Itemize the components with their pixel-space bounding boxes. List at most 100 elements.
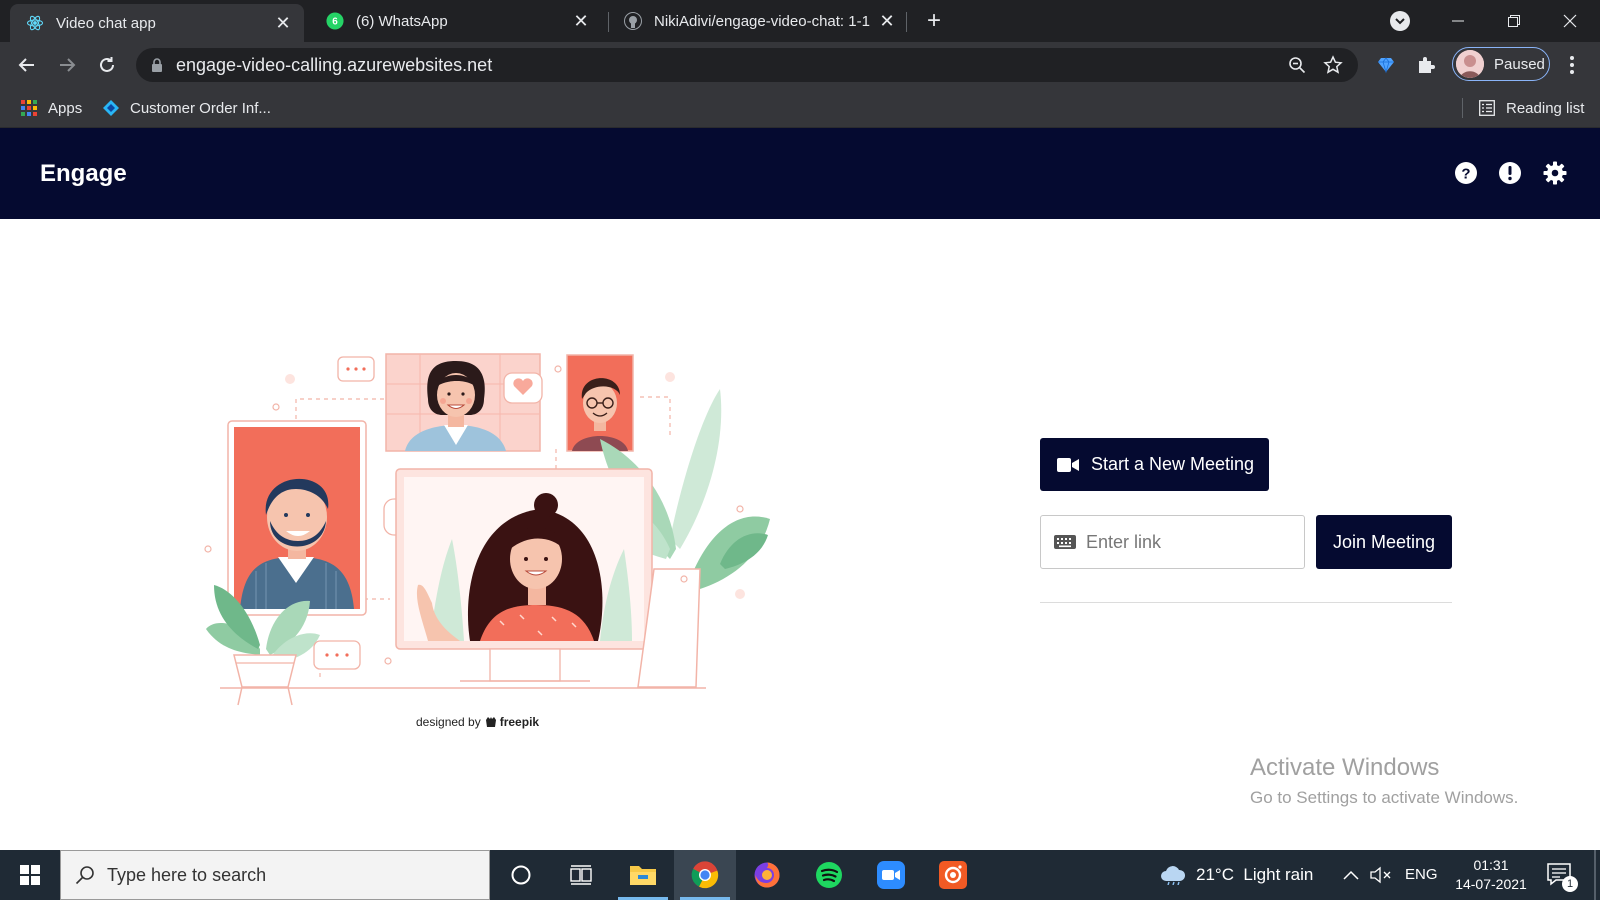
tab-whatsapp[interactable]: 6 (6) WhatsApp ✕ — [310, 0, 602, 42]
browser-toolbar: engage-video-calling.azurewebsites.net P… — [0, 42, 1600, 88]
extensions-puzzle-icon[interactable] — [1414, 53, 1438, 77]
restore-window-icon[interactable] — [1486, 0, 1542, 42]
zoom-magnifier-icon[interactable] — [1286, 54, 1308, 76]
taskbar-search-box[interactable]: Type here to search — [60, 850, 490, 900]
close-window-icon[interactable] — [1542, 0, 1598, 42]
minimize-window-icon[interactable] — [1430, 0, 1486, 42]
bookmark-separator — [1462, 98, 1463, 118]
tab-video-chat-app[interactable]: Video chat app ✕ — [10, 4, 304, 42]
video-tile-bearded-man — [227, 420, 367, 616]
windows-logo-icon — [20, 865, 40, 885]
credit-brand: freepik — [499, 715, 540, 729]
whatsapp-badge: 6 — [332, 17, 338, 28]
forward-arrow-icon[interactable] — [52, 50, 82, 80]
lock-icon[interactable] — [150, 57, 164, 73]
bookmarks-bar: Apps Customer Order Inf... Reading list — [0, 88, 1600, 128]
svg-text:?: ? — [1461, 166, 1470, 183]
help-icon[interactable]: ? — [1454, 161, 1478, 185]
video-tile-man-glasses — [566, 354, 634, 452]
file-explorer-icon[interactable] — [612, 850, 674, 900]
close-tab-icon[interactable]: ✕ — [274, 14, 292, 32]
tab-title: NikiAdivi/engage-video-chat: 1-1 — [654, 12, 870, 30]
apps-grid-icon — [20, 99, 38, 117]
zoom-icon[interactable] — [860, 850, 922, 900]
taskbar-clock[interactable]: 01:31 14-07-2021 — [1446, 856, 1536, 894]
screen-recorder-icon[interactable] — [922, 850, 984, 900]
video-tile-woman-main — [395, 468, 653, 682]
show-desktop-button[interactable] — [1594, 850, 1596, 900]
clock-date: 14-07-2021 — [1455, 876, 1527, 892]
input-language-indicator[interactable]: ENG — [1405, 866, 1438, 883]
app-brand[interactable]: Engage — [40, 160, 127, 188]
bookmark-label: Apps — [48, 99, 83, 117]
windows-start-button[interactable] — [0, 850, 60, 900]
search-placeholder: Type here to search — [107, 864, 267, 885]
whatsapp-icon: 6 — [326, 12, 344, 30]
tab-title: (6) WhatsApp — [356, 12, 448, 30]
bookmark-customer-order[interactable]: Customer Order Inf... — [102, 96, 271, 120]
start-meeting-label: Start a New Meeting — [1091, 454, 1255, 474]
tab-title: Video chat app — [56, 14, 156, 32]
cortana-icon[interactable] — [490, 850, 552, 900]
rain-cloud-icon — [1160, 865, 1186, 885]
new-tab-button[interactable]: + — [920, 8, 948, 36]
watermark-line2: Go to Settings to activate Windows. — [1250, 788, 1519, 807]
freepik-icon — [485, 717, 496, 727]
close-tab-icon[interactable]: ✕ — [878, 12, 896, 30]
volume-muted-icon[interactable] — [1370, 865, 1392, 885]
address-bar[interactable]: engage-video-calling.azurewebsites.net — [136, 48, 1358, 82]
task-view-icon[interactable] — [550, 850, 612, 900]
close-tab-icon[interactable]: ✕ — [572, 12, 590, 30]
react-icon — [26, 14, 44, 32]
watermark-line1: Activate Windows — [1250, 754, 1440, 781]
spotify-icon[interactable] — [798, 850, 860, 900]
join-meeting-button[interactable]: Join Meeting — [1316, 515, 1452, 569]
tab-github-repo[interactable]: NikiAdivi/engage-video-chat: 1-1 ✕ — [608, 0, 908, 42]
reload-icon[interactable] — [92, 50, 122, 80]
weather-text: 21°C Light rain — [1196, 865, 1314, 884]
keyboard-icon — [1054, 535, 1076, 549]
action-center-button[interactable]: 1 — [1546, 862, 1578, 892]
meeting-link-field[interactable] — [1040, 515, 1305, 569]
profile-status-label: Paused — [1494, 55, 1545, 73]
chat-bubble-bottom — [313, 640, 361, 670]
reading-list-button[interactable]: Reading list — [1478, 96, 1584, 120]
notification-count-badge: 1 — [1562, 876, 1578, 892]
more-menu-icon[interactable] — [1560, 52, 1584, 78]
settings-gear-icon[interactable] — [1543, 161, 1567, 185]
heart-bubble — [503, 372, 543, 404]
clock-time: 01:31 — [1473, 857, 1509, 873]
tab-search-icon[interactable] — [1390, 11, 1410, 31]
start-new-meeting-button[interactable]: Start a New Meeting — [1040, 438, 1269, 491]
extension-diamond-icon[interactable] — [1374, 53, 1398, 77]
firefox-icon[interactable] — [736, 850, 798, 900]
freepik-logo: freepik — [485, 715, 539, 729]
back-arrow-icon[interactable] — [12, 50, 42, 80]
video-camera-icon — [1057, 457, 1079, 473]
meeting-link-input[interactable] — [1086, 531, 1276, 553]
reading-list-icon — [1478, 99, 1496, 117]
tab-separator — [906, 12, 907, 32]
diamond-logo-icon — [102, 99, 120, 117]
bookmark-apps[interactable]: Apps — [20, 96, 82, 120]
chat-bubble-top — [337, 356, 375, 382]
form-divider — [1040, 602, 1452, 603]
bookmark-label: Customer Order Inf... — [130, 99, 271, 117]
profile-button[interactable]: Paused — [1452, 47, 1550, 81]
app-header: Engage ? — [0, 128, 1600, 219]
video-call-illustration — [204, 353, 770, 706]
chrome-icon[interactable] — [674, 850, 736, 900]
search-icon — [75, 865, 95, 885]
illustration-credit[interactable]: designed by freepik — [416, 715, 539, 729]
windows-taskbar: Type here to search 21°C Light rain ENG … — [0, 850, 1600, 900]
app-main: designed by freepik Start a New Meeting … — [0, 219, 1600, 850]
avatar — [1456, 50, 1484, 78]
url-text: engage-video-calling.azurewebsites.net — [176, 54, 493, 75]
reading-list-label: Reading list — [1506, 99, 1585, 117]
bookmark-star-icon[interactable] — [1322, 54, 1344, 76]
show-hidden-icons-chevron-icon[interactable] — [1340, 865, 1362, 885]
credit-prefix: designed by — [416, 715, 481, 729]
weather-widget[interactable]: 21°C Light rain — [1160, 850, 1313, 900]
browser-tab-strip: Video chat app ✕ 6 (6) WhatsApp ✕ NikiAd… — [0, 0, 1600, 42]
info-alert-icon[interactable] — [1498, 161, 1522, 185]
